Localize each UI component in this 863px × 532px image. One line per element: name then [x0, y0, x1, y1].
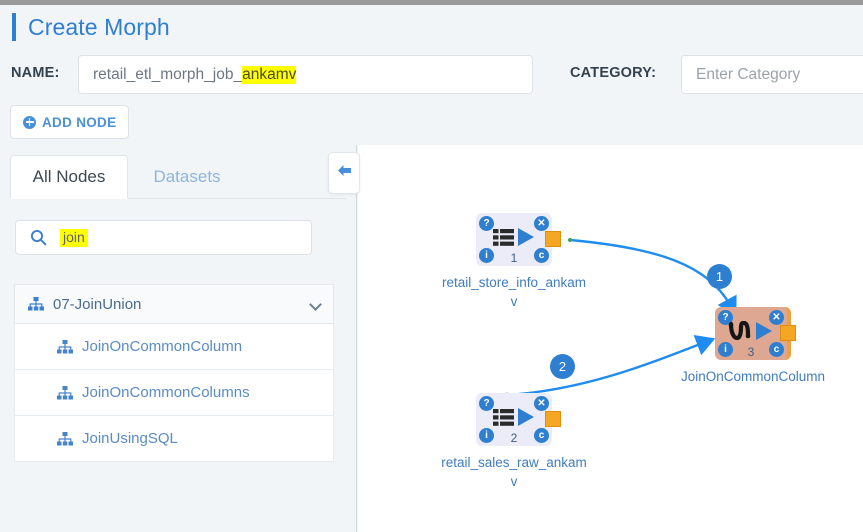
- category-placeholder: Enter Category: [696, 65, 801, 83]
- node-number: 2: [510, 431, 518, 445]
- tab-all-nodes-label: All Nodes: [32, 167, 106, 186]
- search-icon: [16, 221, 60, 254]
- sitemap-icon: [28, 297, 44, 311]
- node-body-icons: [715, 320, 787, 346]
- node-group-07-joinunion[interactable]: 07-JoinUnion: [14, 284, 334, 324]
- node-item-label: JoinUsingSQL: [82, 430, 178, 447]
- name-label: NAME:: [11, 65, 60, 81]
- canvas-node-label: retail_sales_raw_ankamv: [441, 455, 587, 489]
- node-number: 1: [510, 251, 518, 265]
- play-icon[interactable]: [755, 321, 774, 346]
- canvas-node-label: JoinOnCommonColumn: [680, 369, 826, 384]
- panel-tabs: All Nodes Datasets: [10, 155, 347, 199]
- page-title: Create Morph: [12, 13, 170, 41]
- canvas-node-retail-sales-raw[interactable]: ? ✕ i c 2: [476, 393, 561, 446]
- node-group-label: 07-JoinUnion: [53, 295, 142, 313]
- table-icon: [492, 408, 514, 431]
- node-item-label: JoinOnCommonColumns: [82, 384, 250, 401]
- play-icon[interactable]: [517, 227, 536, 252]
- category-label: CATEGORY:: [570, 65, 657, 81]
- name-value-prefix: retail_etl_morph_job_: [93, 65, 243, 83]
- collapse-panel-button[interactable]: [328, 152, 360, 194]
- output-port[interactable]: [545, 231, 561, 247]
- tab-datasets[interactable]: Datasets: [128, 155, 246, 199]
- header: Create Morph NAME: retail_etl_morph_job_…: [0, 5, 863, 145]
- connector-1[interactable]: [569, 238, 737, 317]
- connector-badge-1[interactable]: 1: [707, 264, 732, 289]
- name-value-highlight: ankamv: [242, 65, 297, 84]
- output-port[interactable]: [780, 325, 796, 341]
- node-list: 07-JoinUnion JoinOnCommonColumn JoinOnCo…: [14, 284, 334, 462]
- node-body-icons: [476, 227, 552, 252]
- join-icon: [728, 320, 752, 346]
- canvas-node-joinoncommoncolumn[interactable]: ? ✕ i c 3: [715, 307, 796, 360]
- table-icon: [492, 228, 514, 251]
- output-port[interactable]: [545, 411, 561, 427]
- node-item-joinoncommoncolumn[interactable]: JoinOnCommonColumn: [14, 324, 334, 370]
- add-node-label: ADD NODE: [42, 114, 117, 130]
- tab-datasets-label: Datasets: [153, 167, 221, 186]
- add-node-button[interactable]: ADD NODE: [10, 105, 130, 139]
- create-morph-page: Create Morph NAME: retail_etl_morph_job_…: [0, 0, 863, 532]
- canvas-node-label: retail_store_info_ankamv: [441, 275, 587, 309]
- category-input[interactable]: Enter Category: [681, 55, 863, 94]
- connector-badge-2[interactable]: 2: [550, 354, 575, 379]
- chevron-down-icon[interactable]: [309, 298, 322, 311]
- name-input[interactable]: retail_etl_morph_job_ ankamv: [78, 55, 533, 94]
- node-item-label: JoinOnCommonColumn: [82, 338, 243, 355]
- connector-2[interactable]: [506, 335, 716, 397]
- node-item-joinoncommoncolumns[interactable]: JoinOnCommonColumns: [14, 370, 334, 416]
- sitemap-icon: [57, 431, 73, 446]
- canvas-node-retail-store-info[interactable]: ? ✕ i c 1: [476, 213, 561, 266]
- play-icon[interactable]: [517, 407, 536, 432]
- node-browser-panel: All Nodes Datasets join 07-JoinUnion Joi…: [0, 145, 357, 532]
- node-item-joinusingsql[interactable]: JoinUsingSQL: [14, 416, 334, 462]
- tab-all-nodes[interactable]: All Nodes: [10, 155, 128, 199]
- sitemap-icon: [57, 385, 73, 400]
- search-input[interactable]: join: [60, 228, 88, 247]
- node-number: 3: [747, 345, 755, 359]
- search-box[interactable]: join: [15, 220, 312, 255]
- node-body-icons: [476, 407, 552, 432]
- morph-canvas[interactable]: 1 2 ? ✕ i c 1 retail_store_info_ankamv ?…: [358, 145, 863, 532]
- plus-circle-icon: [23, 115, 36, 129]
- sitemap-icon: [57, 339, 73, 354]
- arrow-left-icon: [336, 163, 353, 183]
